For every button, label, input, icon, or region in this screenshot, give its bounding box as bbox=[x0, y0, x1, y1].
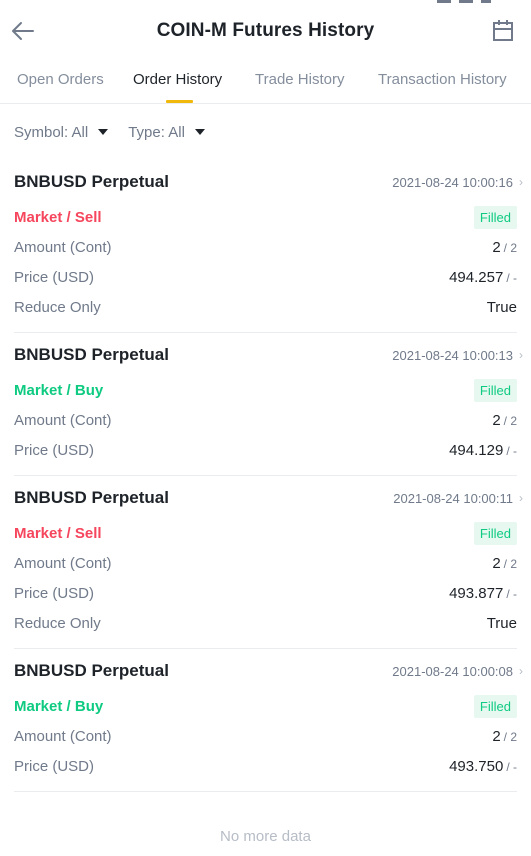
active-tab-indicator bbox=[166, 100, 193, 103]
amount-value: 2/ 2 bbox=[492, 554, 517, 572]
order-side: Market / Sell bbox=[14, 208, 102, 226]
tab-order-history[interactable]: Order History bbox=[133, 71, 222, 88]
chevron-right-icon: › bbox=[519, 491, 523, 505]
price-label: Price (USD) bbox=[14, 268, 95, 286]
price-label: Price (USD) bbox=[14, 757, 95, 775]
order-side: Market / Sell bbox=[14, 524, 102, 542]
order-time: 2021-08-24 10:00:16 bbox=[392, 174, 513, 190]
order-time: 2021-08-24 10:00:11 bbox=[393, 490, 513, 506]
reduce-only-label: Reduce Only bbox=[14, 298, 101, 316]
order-time-link[interactable]: 2021-08-24 10:00:11 › bbox=[393, 491, 523, 506]
calendar-button[interactable] bbox=[489, 16, 517, 46]
order-symbol: BNBUSD Perpetual bbox=[14, 488, 169, 507]
symbol-filter-label: Symbol: All bbox=[14, 123, 89, 141]
tab-transaction-history[interactable]: Transaction History bbox=[378, 71, 507, 88]
order-time-link[interactable]: 2021-08-24 10:00:13 › bbox=[392, 348, 523, 363]
filter-bar: Symbol: All Type: All bbox=[14, 120, 225, 144]
status-badge: Filled bbox=[473, 694, 517, 718]
caret-down-icon bbox=[194, 129, 205, 135]
amount-value: 2/ 2 bbox=[492, 727, 517, 745]
order-card: BNBUSD Perpetual 2021-08-24 10:00:08 › M… bbox=[14, 649, 523, 792]
amount-label: Amount (Cont) bbox=[14, 238, 112, 256]
chevron-right-icon: › bbox=[519, 175, 523, 189]
order-side: Market / Buy bbox=[14, 697, 104, 715]
order-symbol: BNBUSD Perpetual bbox=[14, 661, 169, 680]
price-label: Price (USD) bbox=[14, 441, 95, 459]
chevron-right-icon: › bbox=[519, 664, 523, 678]
tab-open-orders[interactable]: Open Orders bbox=[17, 71, 104, 88]
symbol-filter[interactable]: Symbol: All bbox=[14, 123, 109, 141]
order-card: BNBUSD Perpetual 2021-08-24 10:00:13 › M… bbox=[14, 333, 523, 476]
amount-value: 2/ 2 bbox=[492, 238, 517, 256]
type-filter[interactable]: Type: All bbox=[128, 124, 205, 141]
order-card: BNBUSD Perpetual 2021-08-24 10:00:11 › M… bbox=[14, 476, 523, 649]
order-time-link[interactable]: 2021-08-24 10:00:16 › bbox=[392, 175, 523, 190]
status-badge: Filled bbox=[473, 521, 517, 545]
order-list: BNBUSD Perpetual 2021-08-24 10:00:16 › M… bbox=[0, 160, 531, 792]
order-side: Market / Buy bbox=[14, 381, 104, 399]
reduce-only-value: True bbox=[486, 298, 517, 316]
order-symbol: BNBUSD Perpetual bbox=[14, 172, 169, 191]
price-label: Price (USD) bbox=[14, 584, 95, 602]
type-filter-label: Type: All bbox=[128, 123, 185, 141]
tab-bar: Open Orders Order History Trade History … bbox=[0, 62, 531, 104]
order-time: 2021-08-24 10:00:08 bbox=[392, 663, 513, 679]
status-badge: Filled bbox=[473, 205, 517, 229]
price-value: 494.129/ - bbox=[449, 441, 517, 459]
header: COIN-M Futures History bbox=[0, 0, 531, 62]
amount-label: Amount (Cont) bbox=[14, 727, 112, 745]
price-value: 493.750/ - bbox=[449, 757, 517, 775]
no-more-data-text: No more data bbox=[220, 828, 311, 845]
chevron-right-icon: › bbox=[519, 348, 523, 362]
price-value: 493.877/ - bbox=[449, 584, 517, 602]
calendar-icon bbox=[493, 20, 513, 41]
amount-label: Amount (Cont) bbox=[14, 554, 112, 572]
reduce-only-label: Reduce Only bbox=[14, 614, 101, 632]
order-symbol: BNBUSD Perpetual bbox=[14, 345, 169, 364]
order-time: 2021-08-24 10:00:13 bbox=[392, 347, 513, 363]
order-time-link[interactable]: 2021-08-24 10:00:08 › bbox=[392, 664, 523, 679]
tab-trade-history[interactable]: Trade History bbox=[255, 71, 344, 88]
price-value: 494.257/ - bbox=[449, 268, 517, 286]
reduce-only-value: True bbox=[486, 614, 517, 632]
page-title: COIN-M Futures History bbox=[156, 20, 375, 41]
amount-value: 2/ 2 bbox=[492, 411, 517, 429]
amount-label: Amount (Cont) bbox=[14, 411, 112, 429]
order-card: BNBUSD Perpetual 2021-08-24 10:00:16 › M… bbox=[14, 160, 523, 333]
status-badge: Filled bbox=[473, 378, 517, 402]
caret-down-icon bbox=[98, 129, 109, 135]
